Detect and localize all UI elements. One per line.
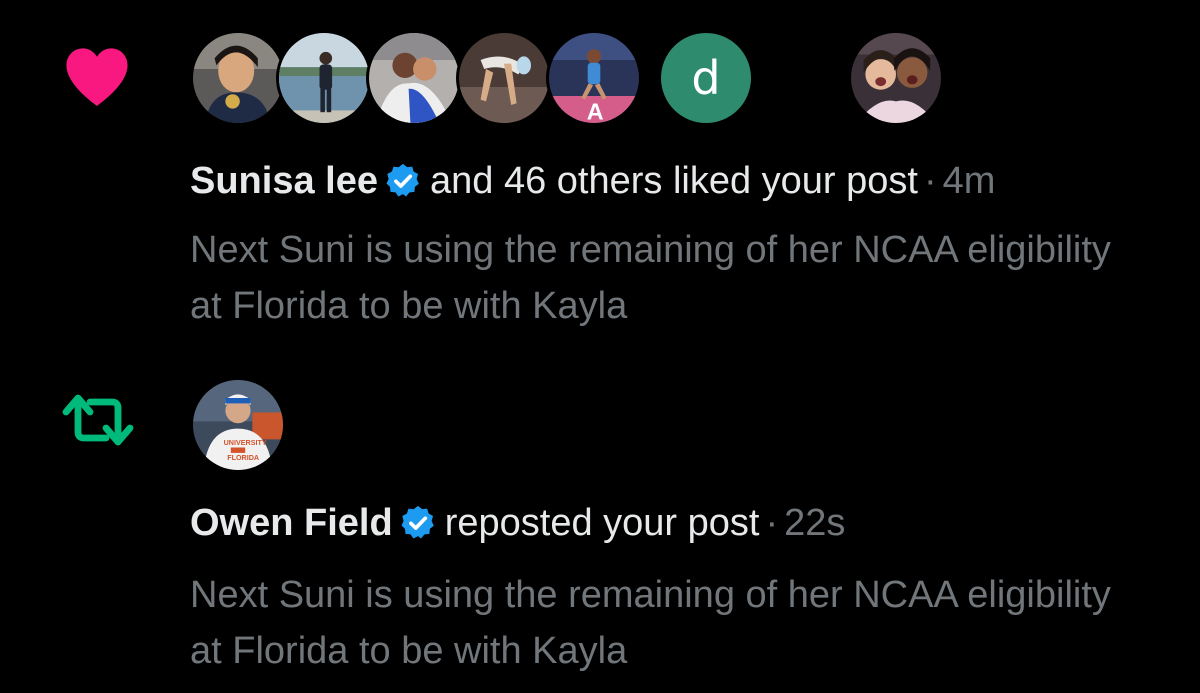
heart-icon bbox=[66, 48, 128, 106]
post-snippet[interactable]: Next Suni is using the remaining of her … bbox=[190, 567, 1150, 679]
avatar-letter: d bbox=[691, 51, 721, 105]
avatar-gymnast-flip[interactable] bbox=[456, 30, 552, 126]
timestamp: 22s bbox=[784, 502, 846, 544]
avatar-man-florida-shirt[interactable]: UNIVERSITY FLORIDA bbox=[190, 377, 286, 473]
like-notification[interactable]: A d Sunisa lee and 46 others liked your … bbox=[0, 0, 1200, 345]
like-headline: Sunisa lee and 46 others liked your post… bbox=[190, 158, 995, 204]
svg-text:FLORIDA: FLORIDA bbox=[227, 453, 259, 462]
avatar-gymnast-medal[interactable] bbox=[190, 30, 286, 126]
avatar-gymnast-arena[interactable]: A bbox=[546, 30, 642, 126]
post-snippet[interactable]: Next Suni is using the remaining of her … bbox=[190, 222, 1150, 334]
separator-dot: · bbox=[765, 502, 779, 544]
svg-text:A: A bbox=[587, 98, 604, 123]
repost-headline: Owen Field reposted your post · 22s bbox=[190, 500, 845, 546]
like-action-text: and 46 others liked your post bbox=[429, 160, 918, 202]
avatar-letter-d[interactable]: d bbox=[658, 30, 754, 126]
avatar-two-women-selfie[interactable] bbox=[848, 30, 944, 126]
avatar-woman-on-dock[interactable] bbox=[276, 30, 372, 126]
timestamp: 4m bbox=[942, 160, 996, 202]
avatar-hugging-gymnasts[interactable] bbox=[366, 30, 462, 126]
actor-name[interactable]: Owen Field bbox=[190, 502, 393, 544]
repost-icon bbox=[62, 394, 134, 446]
verified-badge-icon bbox=[401, 505, 434, 539]
svg-text:UNIVERSITY: UNIVERSITY bbox=[224, 438, 267, 447]
separator-dot: · bbox=[923, 160, 937, 202]
repost-action-text: reposted your post bbox=[444, 502, 760, 544]
repost-notification[interactable]: UNIVERSITY FLORIDA Owen Field reposted y… bbox=[0, 345, 1200, 693]
actor-name[interactable]: Sunisa lee bbox=[190, 160, 378, 202]
verified-badge-icon bbox=[386, 163, 419, 197]
